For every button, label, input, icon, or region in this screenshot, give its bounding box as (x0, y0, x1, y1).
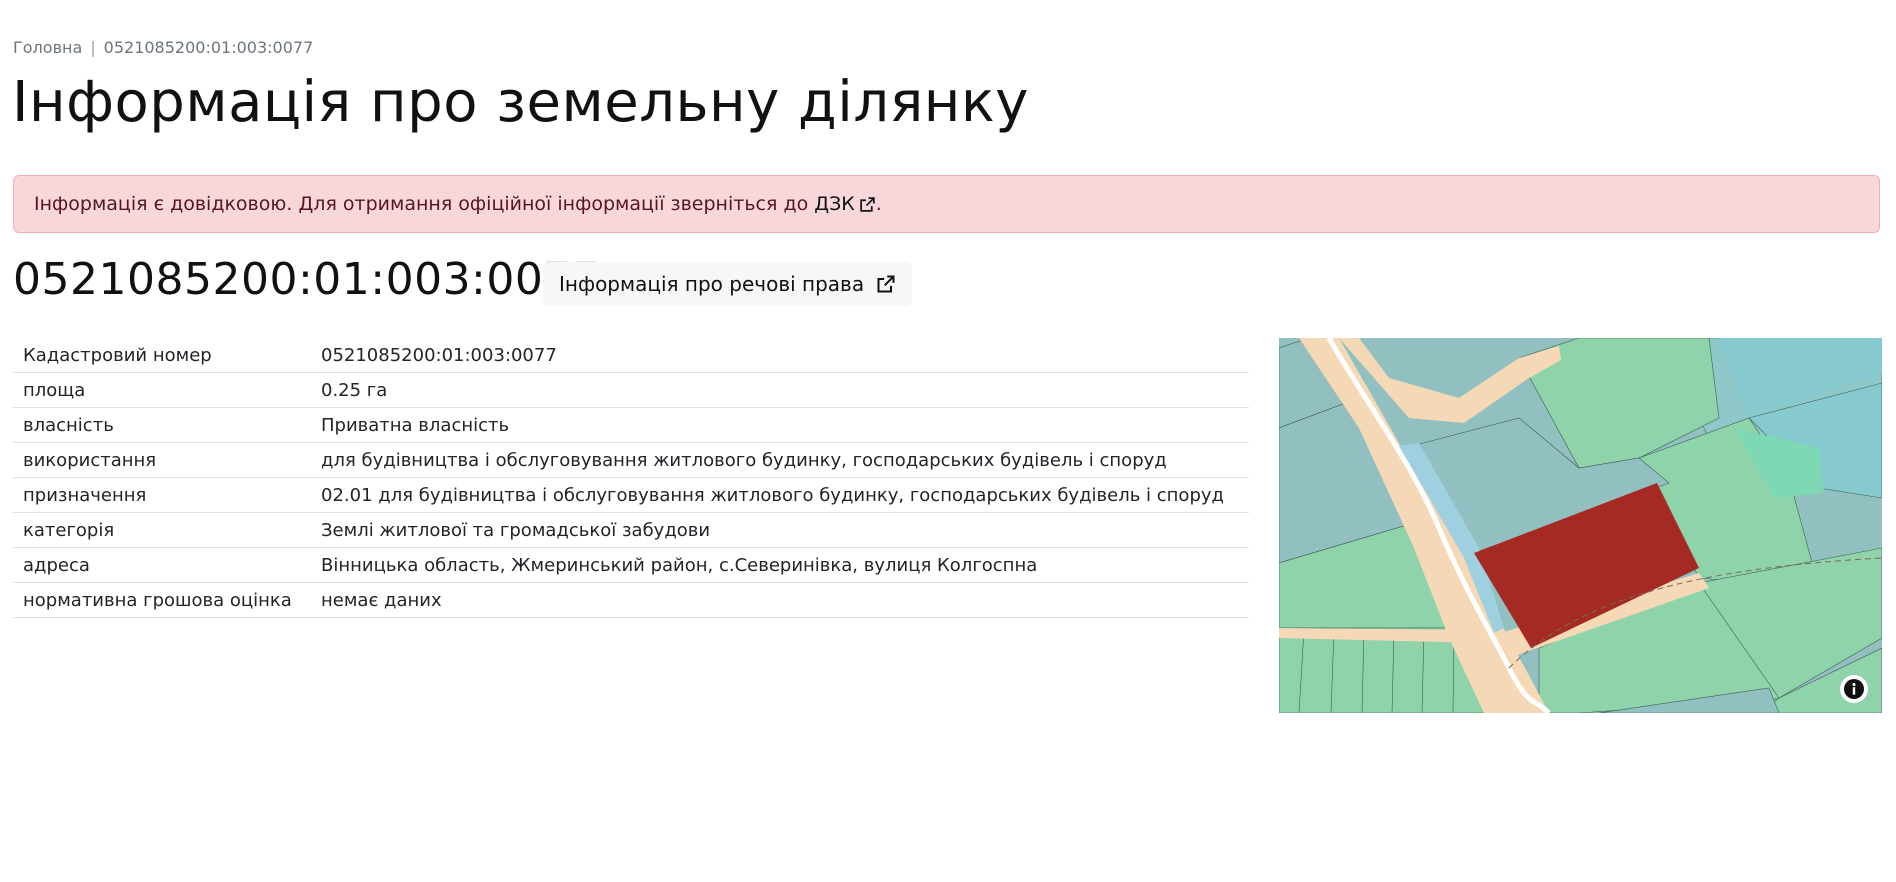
row-key: Кадастровий номер (13, 338, 311, 373)
parcel-map[interactable] (1279, 338, 1882, 713)
row-value: немає даних (311, 582, 1249, 618)
row-value: Землі житлової та громадської забудови (311, 512, 1249, 548)
row-value: для будівництва і обслуговування житлово… (311, 442, 1249, 478)
breadcrumb-current: 0521085200:01:003:0077 (103, 38, 314, 57)
property-rights-label: Інформація про речові права (559, 272, 865, 296)
external-link-icon (877, 275, 895, 293)
alert-text: Інформація є довідковою. Для отримання о… (34, 193, 809, 215)
row-key: призначення (13, 477, 311, 513)
table-row: нормативна грошова оцінка немає даних (13, 582, 1249, 618)
table-row: Кадастровий номер 0521085200:01:003:0077 (13, 338, 1249, 373)
info-alert: Інформація є довідковою. Для отримання о… (13, 175, 1880, 233)
row-value: Вінницька область, Жмеринський район, с.… (311, 547, 1249, 583)
map-info-button[interactable] (1840, 675, 1868, 703)
parcel-info-table: Кадастровий номер 0521085200:01:003:0077… (13, 338, 1249, 618)
info-icon (1844, 679, 1864, 699)
table-row: адреса Вінницька область, Жмеринський ра… (13, 547, 1249, 583)
table-row: використання для будівництва і обслугову… (13, 442, 1249, 478)
breadcrumb: Головна | 0521085200:01:003:0077 (13, 38, 313, 57)
breadcrumb-home-link[interactable]: Головна (13, 38, 82, 57)
table-row: категорія Землі житлової та громадської … (13, 512, 1249, 548)
row-key: власність (13, 407, 311, 443)
dzk-link[interactable]: ДЗК (814, 193, 876, 215)
property-rights-button[interactable]: Інформація про речові права (543, 262, 913, 306)
table-row: площа 0.25 га (13, 372, 1249, 408)
row-value: Приватна власність (311, 407, 1249, 443)
row-key: нормативна грошова оцінка (13, 582, 311, 618)
page-title: Інформація про земельну ділянку (12, 70, 1029, 135)
table-row: призначення 02.01 для будівництва і обсл… (13, 477, 1249, 513)
row-key: адреса (13, 547, 311, 583)
parcel-number-heading: 0521085200:01:003:0077 (13, 254, 601, 305)
table-row: власність Приватна власність (13, 407, 1249, 443)
row-value: 0521085200:01:003:0077 (311, 338, 1249, 373)
alert-suffix: . (875, 193, 882, 215)
dzk-link-label: ДЗК (814, 193, 855, 215)
row-key: використання (13, 442, 311, 478)
row-key: площа (13, 372, 311, 408)
breadcrumb-separator: | (90, 38, 96, 57)
map-canvas[interactable] (1279, 338, 1882, 713)
row-value: 0.25 га (311, 372, 1249, 408)
row-key: категорія (13, 512, 311, 548)
external-link-icon (860, 196, 875, 212)
row-value: 02.01 для будівництва і обслуговування ж… (311, 477, 1249, 513)
